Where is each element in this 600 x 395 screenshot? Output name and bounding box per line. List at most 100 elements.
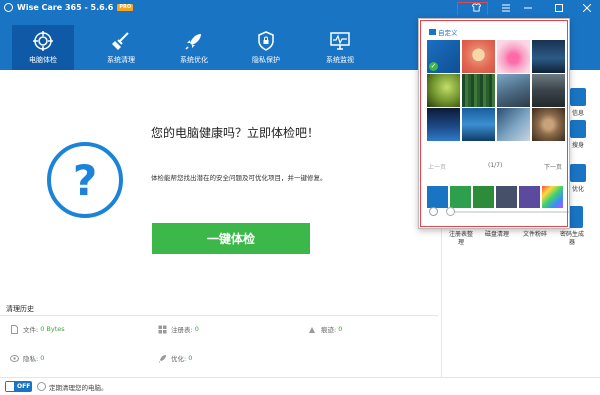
registry-icon	[158, 325, 167, 334]
side-tool-search[interactable]: 搜身	[570, 120, 586, 149]
skin-thumb[interactable]	[427, 108, 460, 141]
opacity-icon	[429, 207, 438, 216]
close-button[interactable]	[578, 0, 596, 15]
app-logo-icon	[4, 3, 13, 12]
history-files: 文件: 0 Bytes	[10, 324, 65, 334]
page-description: 体检能帮您找出潜在的安全问题及可优化项目，并一键修复。	[151, 174, 327, 182]
optimize-tool-icon	[570, 164, 586, 182]
skin-prev-page[interactable]: 上一页	[428, 162, 446, 171]
one-click-check-button[interactable]: 一键体检	[152, 223, 310, 254]
tool-label: 注册表整理	[449, 231, 474, 246]
page-title: 您的电脑健康吗？立即体检吧！	[151, 126, 320, 140]
skin-page-indicator: (1/7)	[488, 162, 503, 169]
skin-thumb[interactable]	[532, 108, 565, 141]
skin-thumb[interactable]	[427, 74, 460, 107]
side-tool-label: 搜身	[571, 142, 584, 149]
menu-button[interactable]	[497, 0, 515, 15]
skin-thumb[interactable]	[532, 74, 565, 107]
monitor-icon	[329, 30, 351, 52]
skin-thumb[interactable]	[462, 40, 495, 73]
history-label: 注册表:	[171, 326, 193, 334]
maximize-button[interactable]	[550, 0, 568, 15]
trace-icon	[308, 325, 317, 334]
tab-label: 系统清理	[107, 56, 135, 64]
side-tool-optimize[interactable]: 优化	[570, 164, 586, 193]
tab-label: 隐私保护	[252, 56, 280, 64]
color-swatch-green[interactable]	[450, 186, 471, 208]
color-swatch-slate[interactable]	[496, 186, 517, 208]
picture-icon	[429, 29, 436, 35]
skin-thumb[interactable]: ✓	[427, 40, 460, 73]
history-registry: 注册表: 0	[158, 324, 199, 334]
history-label: 优化:	[171, 355, 187, 363]
tab-label: 系统优化	[180, 56, 208, 64]
history-value: 0	[40, 354, 45, 362]
history-label: 隐私:	[23, 355, 39, 363]
skin-popup: 自定义 ✓ 上一页 (1/7) 下一页	[418, 18, 570, 229]
info-tool-icon	[570, 88, 586, 106]
tab-privacy[interactable]: 隐私保护	[235, 25, 297, 69]
file-icon	[10, 324, 19, 334]
history-optimize: 优化: 0	[158, 353, 192, 363]
tool-label: 密码生成器	[559, 231, 584, 246]
app-title: Wise Care 365 - 5.6.6	[17, 3, 114, 12]
rocket-small-icon	[158, 354, 167, 363]
toggle-label: OFF	[17, 383, 31, 390]
maximize-icon	[555, 3, 563, 12]
tab-system-optimize[interactable]: 系统优化	[163, 25, 225, 69]
history-value: 0	[194, 325, 199, 333]
history-value: 0 Bytes	[40, 325, 65, 333]
divider	[0, 315, 438, 316]
skin-thumb[interactable]	[532, 40, 565, 73]
history-title: 清理历史	[6, 305, 34, 313]
side-tool-label: 信息	[571, 110, 584, 117]
rocket-icon	[183, 30, 205, 52]
history-traces: 痕迹: 0	[308, 324, 342, 334]
color-swatch-dark-green[interactable]	[473, 186, 494, 208]
skin-thumb[interactable]	[497, 108, 530, 141]
shield-icon	[255, 30, 277, 52]
pro-badge: PRO	[117, 4, 134, 11]
skin-custom-header[interactable]: 自定义	[429, 27, 458, 37]
clock-icon	[37, 382, 46, 391]
search-tool-icon	[570, 120, 586, 138]
history-label: 文件:	[23, 326, 39, 334]
tab-system-monitor[interactable]: 系统监视	[309, 25, 371, 69]
selected-check-icon: ✓	[429, 62, 438, 71]
menu-icon	[502, 4, 510, 11]
minimize-icon	[524, 7, 532, 8]
health-status-circle: ?	[47, 142, 123, 218]
title-bar: Wise Care 365 - 5.6.6 PRO	[0, 0, 600, 15]
schedule-text: 定期清理您的电脑。	[49, 383, 108, 392]
skin-thumb[interactable]	[462, 74, 495, 107]
color-swatch-purple[interactable]	[519, 186, 540, 208]
tab-label: 电脑体检	[29, 56, 57, 64]
tab-label: 系统监视	[326, 56, 354, 64]
toggle-knob	[6, 382, 14, 391]
schedule-toggle[interactable]: OFF	[5, 381, 32, 392]
skin-thumb[interactable]	[497, 74, 530, 107]
tool-label: 文件粉碎	[522, 231, 547, 238]
eye-icon	[10, 354, 19, 363]
minimize-button[interactable]	[519, 0, 537, 15]
side-tool-info[interactable]: 信息	[570, 88, 586, 117]
skin-next-page[interactable]: 下一页	[544, 162, 562, 171]
side-tool-label: 优化	[571, 186, 584, 193]
color-swatch-custom[interactable]	[542, 186, 563, 208]
skin-thumb[interactable]	[497, 40, 530, 73]
bottom-bar: OFF 定期清理您的电脑。	[0, 377, 600, 395]
broom-icon	[110, 30, 132, 52]
tab-system-clean[interactable]: 系统清理	[90, 25, 152, 69]
tool-label: 磁盘清理	[484, 231, 509, 238]
tab-pc-checkup[interactable]: 电脑体检	[12, 25, 74, 70]
skin-thumb[interactable]	[462, 108, 495, 141]
history-label: 痕迹:	[321, 326, 337, 334]
opacity-slider-track[interactable]	[449, 211, 569, 213]
question-mark: ?	[72, 155, 98, 205]
history-privacy: 隐私: 0	[10, 353, 44, 363]
close-icon	[583, 3, 591, 12]
history-value: 0	[188, 354, 193, 362]
opacity-slider-knob[interactable]	[446, 207, 455, 216]
skin-custom-label: 自定义	[438, 29, 458, 37]
color-swatch-blue[interactable]	[427, 186, 448, 208]
